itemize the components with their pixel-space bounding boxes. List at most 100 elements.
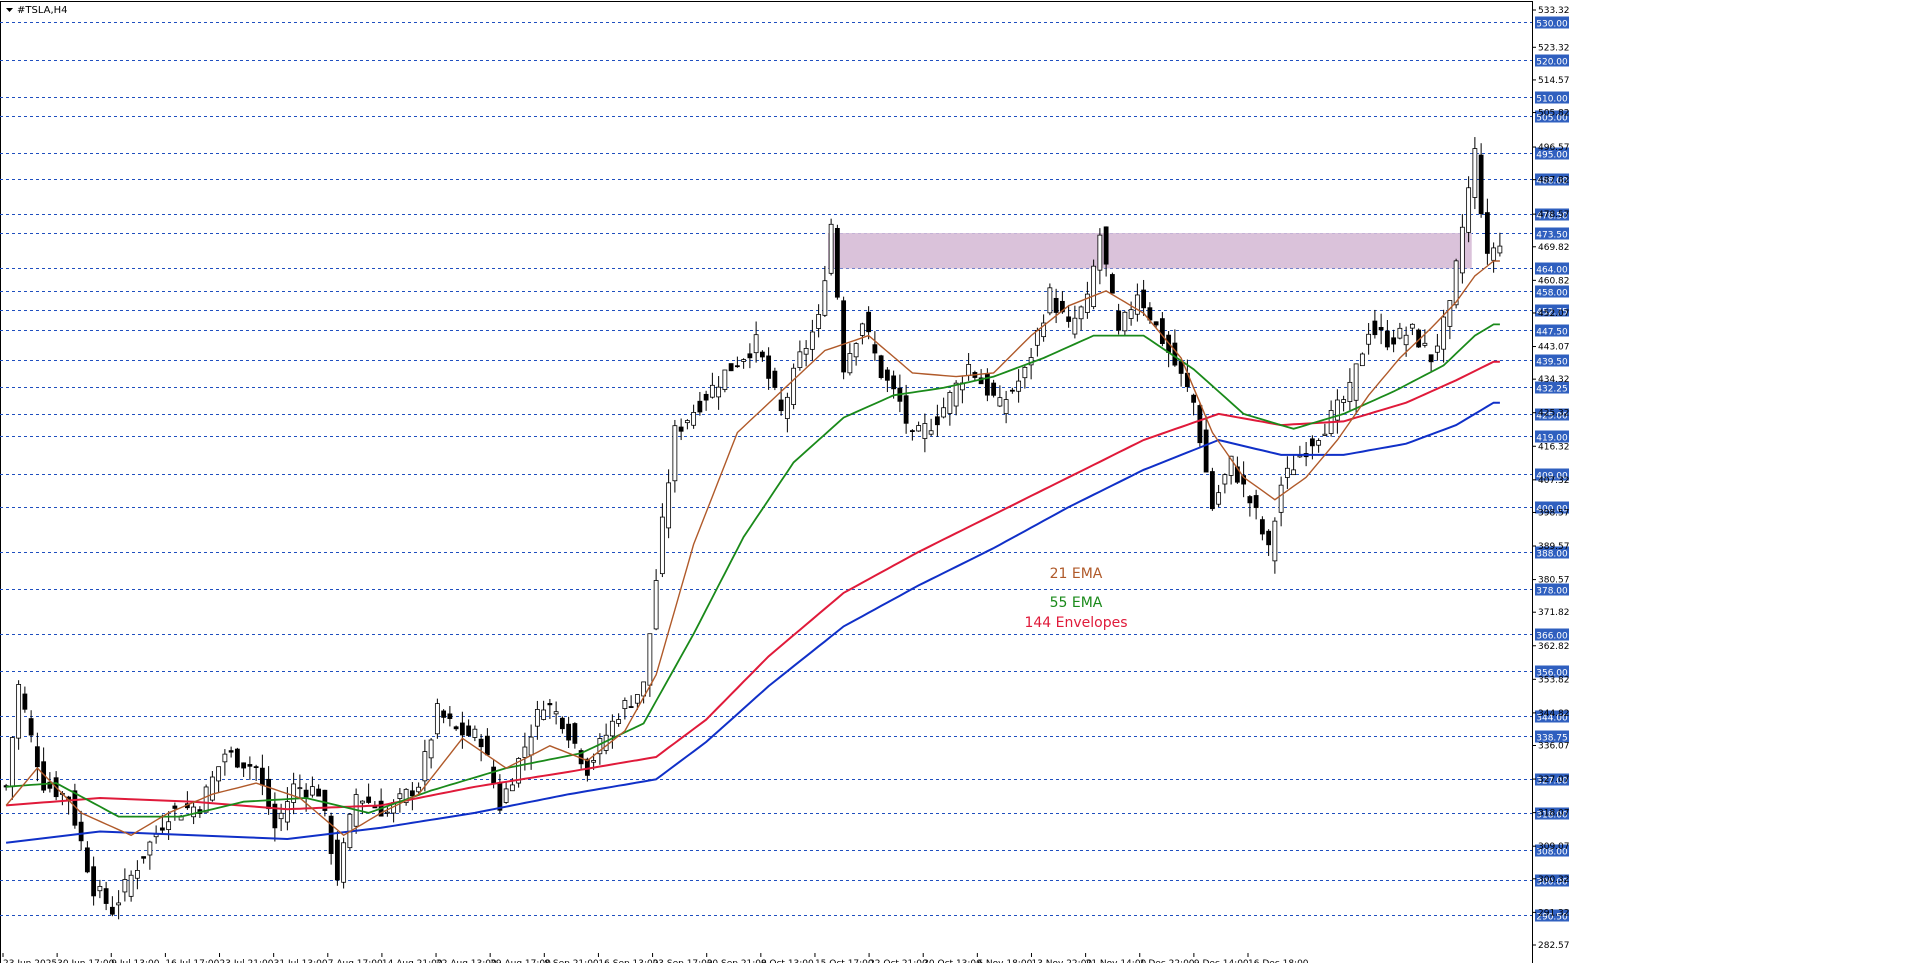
time-tick-label: 22 Aug 13:00 <box>436 959 497 963</box>
candle-body <box>447 713 453 719</box>
candle-body <box>397 793 403 799</box>
candle-body <box>84 847 90 873</box>
price-tick-label: 452.07 <box>1538 309 1570 319</box>
price-tick-label: 389.57 <box>1538 542 1570 552</box>
candle-body <box>1322 433 1328 436</box>
price-tick-label: 398.57 <box>1538 508 1570 518</box>
time-tick-label: 30 Sep 21:00 <box>707 959 767 963</box>
candle-body <box>228 750 234 753</box>
time-tick-label: 23 Sep 17:00 <box>653 959 713 963</box>
candle-body <box>1247 496 1253 504</box>
candle-body <box>103 888 109 904</box>
price-chart[interactable]: 530.00520.00510.00505.00495.00488.00478.… <box>0 0 1916 967</box>
candle-body <box>278 812 284 820</box>
price-tick-label: 416.32 <box>1538 442 1570 452</box>
candle-body <box>234 748 240 768</box>
price-tick-label: 336.07 <box>1538 742 1570 752</box>
candle-body <box>409 790 415 797</box>
candle-body <box>653 580 659 630</box>
candle-body <box>166 821 172 830</box>
time-tick-label: 9 Dec 14:00 <box>1194 959 1249 963</box>
candle-body <box>584 758 590 776</box>
candle-body <box>16 684 22 739</box>
time-tick-label: 21 Nov 14:00 <box>1086 959 1147 963</box>
candle-body <box>478 738 484 748</box>
candle-body <box>203 786 209 813</box>
price-tick-label: 460.82 <box>1538 276 1570 286</box>
triangle-down-icon[interactable] <box>6 8 13 12</box>
candle-body <box>703 393 709 401</box>
candle-body <box>384 811 390 814</box>
time-tick-label: 29 Aug 17:00 <box>490 959 551 963</box>
candle-body <box>728 363 734 372</box>
level-label: 530.00 <box>1536 20 1568 30</box>
time-tick-label: 1 Dec 22:00 <box>1140 959 1195 963</box>
candle-body <box>253 766 259 769</box>
candle-body <box>566 723 572 741</box>
price-tick-label: 523.32 <box>1538 43 1570 53</box>
candle-body <box>997 397 1003 407</box>
candle-body <box>716 386 722 398</box>
candle-body <box>591 760 597 763</box>
candle-body <box>334 839 340 881</box>
time-tick-label: 22 Oct 21:00 <box>869 959 928 963</box>
time-tick-label: 15 Oct 17:00 <box>815 959 874 963</box>
price-tick-label: 282.57 <box>1538 941 1570 951</box>
chart-area[interactable]: 530.00 520.00 510.00 505.00 495.00 488.00 478.… <box>0 0 1916 967</box>
candle-body <box>941 407 947 418</box>
price-tick-label: 362.82 <box>1538 642 1570 652</box>
candle-body <box>241 762 247 769</box>
candle-body <box>772 370 778 388</box>
time-tick-label: 14 Aug 21:00 <box>382 959 443 963</box>
candle-body <box>1109 274 1115 294</box>
candle-body <box>34 746 40 768</box>
candle-body <box>366 796 372 803</box>
legend: 21 EMA 55 EMA 144 Envelopes <box>1024 566 1127 631</box>
candle-body <box>909 430 915 432</box>
candle-body <box>297 787 303 790</box>
candle-body <box>1441 316 1447 350</box>
candle-body <box>878 355 884 378</box>
candle-body <box>784 396 790 419</box>
candle-body <box>778 399 784 412</box>
candle-body <box>116 902 122 906</box>
time-tick-label: 30 Oct 13:00 <box>923 959 982 963</box>
candle-body <box>259 767 265 786</box>
candle-body <box>759 351 765 358</box>
candle-body <box>1284 467 1290 478</box>
candle-body <box>791 367 797 405</box>
candle-body <box>634 694 640 704</box>
candle-body <box>1484 212 1490 254</box>
candle-body <box>1141 289 1147 309</box>
price-tick-label: 533.32 <box>1538 6 1570 16</box>
candle-body <box>1434 345 1440 353</box>
candle-body <box>428 739 434 759</box>
candle-body <box>147 841 153 856</box>
time-tick-label: 31 Jul 13:00 <box>274 959 328 963</box>
candle-body <box>316 788 322 797</box>
time-tick-label: 16 Sep 13:00 <box>598 959 658 963</box>
candle-body <box>1278 484 1284 513</box>
candle-body <box>1447 300 1453 327</box>
level-label: 432.25 <box>1536 385 1568 395</box>
candle-body <box>191 806 197 818</box>
candle-body <box>1209 471 1215 510</box>
axis-layer: 530.00520.00510.00505.00495.00488.00478.… <box>2 6 1570 967</box>
candle-body <box>491 766 497 785</box>
price-tick-label: 309.07 <box>1538 842 1570 852</box>
candle-body <box>697 400 703 413</box>
legend-ema55: 55 EMA <box>1050 595 1103 611</box>
candle-body <box>1353 363 1359 401</box>
env144-upper-line <box>6 360 1500 811</box>
candle-body <box>1359 353 1365 367</box>
candle-body <box>647 633 653 686</box>
candle-body <box>1003 399 1009 415</box>
candle-body <box>359 800 365 804</box>
candle-body <box>172 805 178 809</box>
candle-body <box>1047 287 1053 314</box>
time-tick-label: 6 Nov 18:00 <box>977 959 1032 963</box>
time-tick-label: 16 Dec 18:00 <box>1248 959 1309 963</box>
candle-body <box>1472 148 1478 198</box>
candle-body <box>422 751 428 782</box>
time-tick-label: 30 Jun 17:00 <box>57 959 114 963</box>
